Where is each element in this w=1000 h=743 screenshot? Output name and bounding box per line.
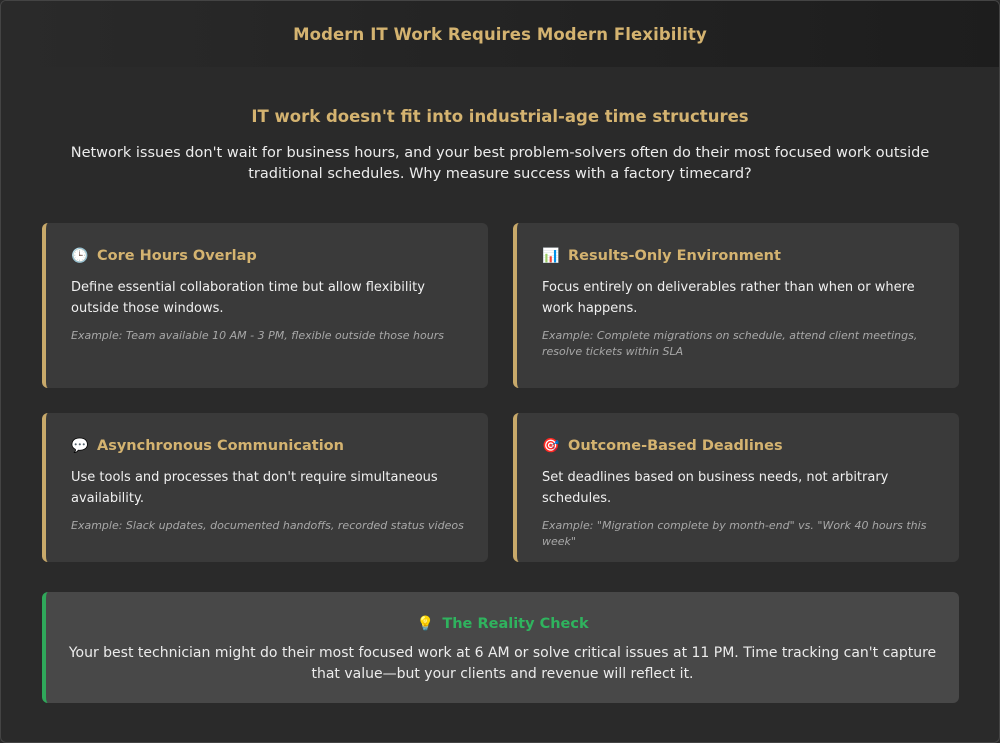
card-title-row: 🕒 Core Hours Overlap [71,248,466,264]
card-title: Results-Only Environment [568,248,781,264]
target-icon: 🎯 [542,438,560,454]
card-title: Core Hours Overlap [97,248,257,264]
page-header: Modern IT Work Requires Modern Flexibili… [1,1,999,67]
card-description: Use tools and processes that don't requi… [71,470,438,506]
lightbulb-icon: 💡 [416,616,435,632]
intro-text: Network issues don't wait for business h… [70,145,930,182]
speech-bubble-icon: 💬 [71,438,89,454]
clock-icon: 🕒 [71,248,89,264]
bar-chart-icon: 📊 [542,248,560,264]
card-example: Example: Complete migrations on schedule… [542,329,918,358]
card-title: Outcome-Based Deadlines [568,438,783,454]
reality-check-text: Your best technician might do their most… [68,645,937,682]
card-description: Focus entirely on deliverables rather th… [542,280,915,316]
card-core-hours-overlap: 🕒 Core Hours Overlap Define essential co… [42,223,488,388]
card-example: Example: Slack updates, documented hando… [71,519,464,532]
page-title: Modern IT Work Requires Modern Flexibili… [293,24,707,44]
card-description: Set deadlines based on business needs, n… [542,470,889,506]
card-title-row: 🎯 Outcome-Based Deadlines [542,438,937,454]
card-example: Example: "Migration complete by month-en… [542,519,927,548]
card-results-only-environment: 📊 Results-Only Environment Focus entirel… [513,223,959,388]
card-asynchronous-communication: 💬 Asynchronous Communication Use tools a… [42,413,488,562]
card-description: Define essential collaboration time but … [71,280,425,316]
card-outcome-based-deadlines: 🎯 Outcome-Based Deadlines Set deadlines … [513,413,959,562]
intro-heading: IT work doesn't fit into industrial-age … [251,107,749,126]
card-title: Asynchronous Communication [97,438,344,454]
reality-check-title: The Reality Check [442,616,589,632]
intro-section: IT work doesn't fit into industrial-age … [1,67,999,185]
reality-check-callout: 💡 The Reality Check Your best technician… [42,592,959,703]
card-example: Example: Team available 10 AM - 3 PM, fl… [71,329,444,342]
card-title-row: 📊 Results-Only Environment [542,248,937,264]
page-frame: Modern IT Work Requires Modern Flexibili… [0,0,1000,743]
card-title-row: 💬 Asynchronous Communication [71,438,466,454]
reality-check-title-row: 💡 The Reality Check [416,616,589,632]
